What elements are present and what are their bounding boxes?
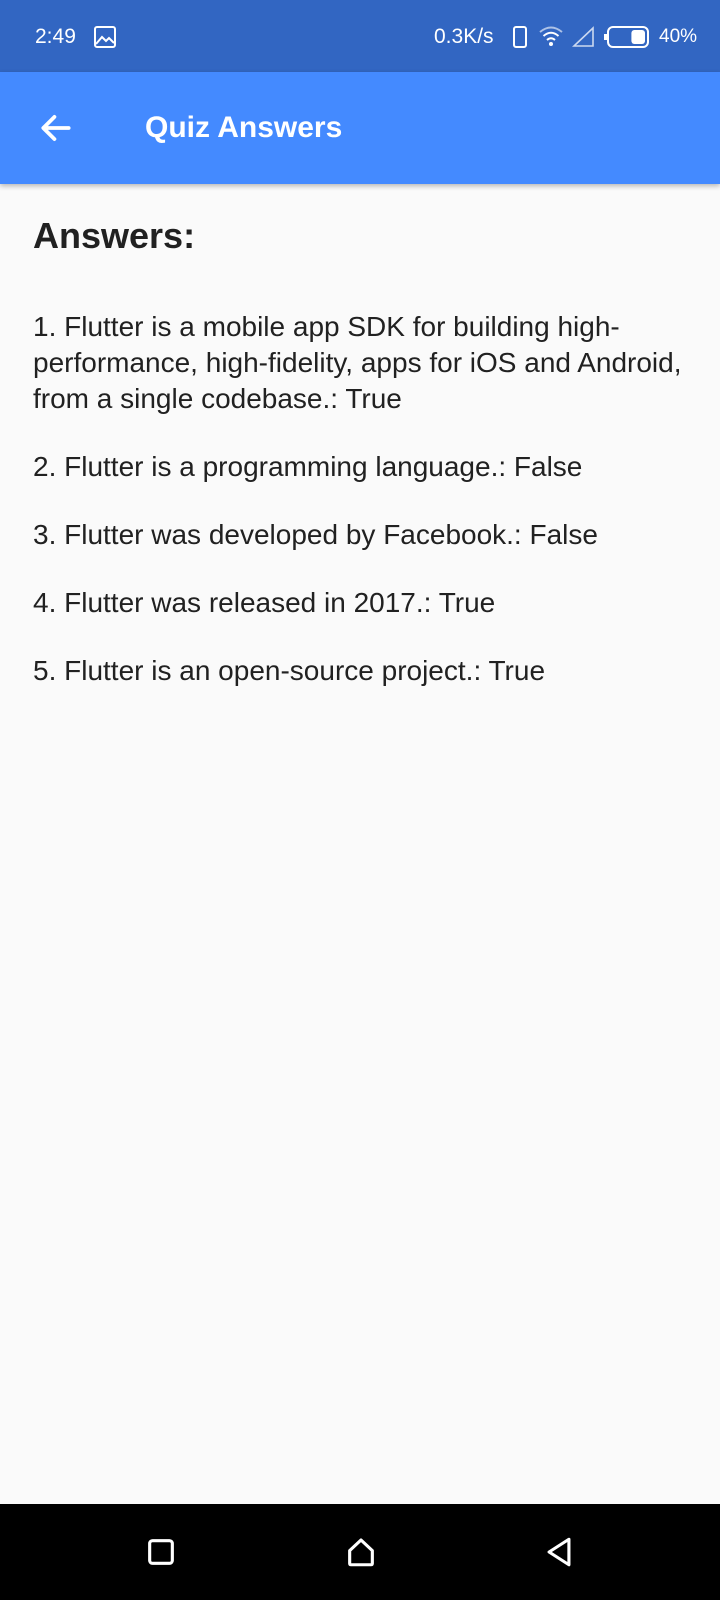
page-title: Quiz Answers <box>145 111 343 144</box>
gallery-icon <box>93 25 117 49</box>
status-bar: 2:49 0.3K/s 40% <box>0 0 720 72</box>
battery-icon <box>604 25 650 49</box>
answer-item: 1. Flutter is a mobile app SDK for build… <box>33 311 682 414</box>
answers-content: Answers: 1. Flutter is a mobile app SDK … <box>33 184 683 721</box>
answer-item: 5. Flutter is an open-source project.: T… <box>33 655 546 686</box>
back-button[interactable] <box>24 96 88 160</box>
home-button[interactable] <box>333 1524 389 1580</box>
recents-button[interactable] <box>133 1524 189 1580</box>
answer-item: 3. Flutter was developed by Facebook.: F… <box>33 519 598 550</box>
home-icon <box>348 1538 374 1567</box>
system-nav-bar <box>0 1504 720 1600</box>
signal-icon <box>571 25 596 49</box>
answer-item: 4. Flutter was released in 2017.: True <box>33 587 496 618</box>
answers-heading: Answers: <box>33 215 196 256</box>
nav-back-button[interactable] <box>531 1524 587 1580</box>
app-bar: Quiz Answers <box>0 72 720 184</box>
recents-icon <box>148 1539 174 1565</box>
answer-list: 1. Flutter is a mobile app SDK for build… <box>33 309 683 689</box>
status-time: 2:49 <box>35 25 76 48</box>
vibrate-icon <box>512 24 528 50</box>
arrow-back-icon <box>41 115 71 141</box>
network-speed: 0.3K/s <box>434 25 494 48</box>
battery-percent: 40% <box>659 26 698 47</box>
wifi-icon <box>538 24 564 48</box>
back-icon <box>547 1537 571 1567</box>
answer-item: 2. Flutter is a programming language.: F… <box>33 451 583 482</box>
